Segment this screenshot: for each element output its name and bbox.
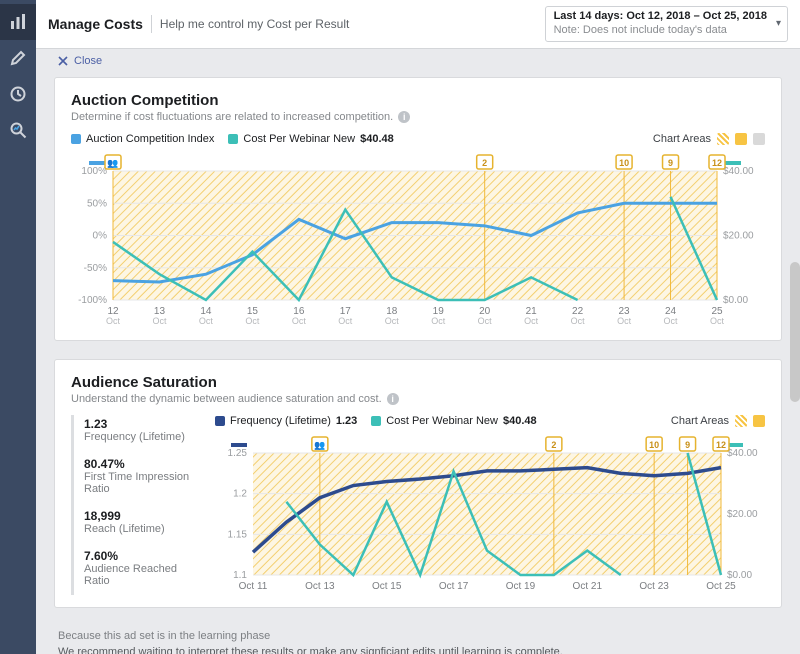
left-nav [0, 0, 36, 654]
stat-reach: 18,999Reach (Lifetime) [84, 509, 205, 535]
search-analytics-icon [9, 121, 27, 139]
svg-text:Oct 15: Oct 15 [372, 581, 402, 592]
svg-text:12: 12 [716, 440, 726, 450]
svg-text:9: 9 [685, 440, 690, 450]
svg-text:$20.00: $20.00 [727, 509, 758, 520]
svg-text:Oct 19: Oct 19 [506, 581, 536, 592]
page-title: Manage Costs [48, 16, 143, 32]
close-link[interactable]: Close [54, 49, 782, 77]
svg-text:Oct: Oct [710, 316, 725, 326]
clock-icon [10, 86, 26, 102]
svg-text:9: 9 [668, 158, 673, 168]
info-icon[interactable]: i [387, 393, 399, 405]
svg-text:Oct: Oct [152, 316, 167, 326]
chart-areas-toggle[interactable]: Chart Areas [671, 415, 765, 427]
scrollbar-thumb[interactable] [790, 262, 800, 402]
svg-text:50%: 50% [87, 198, 107, 209]
svg-text:2: 2 [482, 158, 487, 168]
svg-text:-50%: -50% [84, 262, 107, 273]
svg-text:👥: 👥 [107, 158, 118, 168]
svg-text:1.1: 1.1 [233, 570, 247, 581]
bar-chart-icon [9, 13, 27, 31]
stat-first-impression: 80.47%First Time Impression Ratio [84, 457, 205, 495]
nav-inspect[interactable] [0, 112, 36, 148]
svg-text:$40.00: $40.00 [723, 166, 754, 177]
svg-text:Oct 25: Oct 25 [706, 581, 736, 592]
svg-text:1.15: 1.15 [228, 529, 248, 540]
stat-audience-ratio: 7.60%Audience Reached Ratio [84, 549, 205, 587]
svg-text:Oct 11: Oct 11 [239, 581, 268, 592]
nav-edit[interactable] [0, 40, 36, 76]
audience-stats: 1.23Frequency (Lifetime) 80.47%First Tim… [71, 415, 205, 595]
svg-text:100%: 100% [81, 166, 107, 177]
svg-text:Oct: Oct [385, 316, 400, 326]
audience-subtitle: Understand the dynamic between audience … [71, 393, 382, 405]
pencil-icon [10, 50, 26, 66]
svg-text:Oct: Oct [245, 316, 260, 326]
svg-text:Oct 17: Oct 17 [439, 581, 469, 592]
svg-text:1.25: 1.25 [228, 448, 248, 459]
info-icon[interactable]: i [398, 111, 410, 123]
svg-text:$0.00: $0.00 [723, 295, 748, 306]
divider [151, 15, 152, 33]
svg-text:Oct: Oct [478, 316, 493, 326]
date-range-selector[interactable]: Last 14 days: Oct 12, 2018 – Oct 25, 201… [545, 6, 788, 42]
svg-text:Oct: Oct [338, 316, 353, 326]
nav-history[interactable] [0, 76, 36, 112]
stat-frequency: 1.23Frequency (Lifetime) [84, 417, 205, 443]
chart-area-gold-icon [735, 133, 747, 145]
svg-text:$0.00: $0.00 [727, 570, 752, 581]
svg-text:12: 12 [712, 158, 722, 168]
audience-legend-2[interactable]: Cost Per Webinar New $40.48 [371, 415, 536, 427]
auction-legend-1[interactable]: Auction Competition Index [71, 133, 214, 145]
chart-area-hatch-icon [717, 133, 729, 145]
topbar: Manage Costs Help me control my Cost per… [36, 0, 800, 49]
chart-area-grey-icon [753, 133, 765, 145]
audience-card: Audience Saturation Understand the dynam… [54, 359, 782, 608]
svg-text:Oct: Oct [106, 316, 121, 326]
svg-text:Oct: Oct [664, 316, 679, 326]
chart-areas-toggle[interactable]: Chart Areas [653, 133, 765, 145]
auction-title: Auction Competition [71, 92, 765, 109]
audience-chart: 1.1 1.15 1.2 1.25 $0.00 $20.00 $40.00 Oct 11 Oct… [215, 435, 765, 595]
chart-area-gold-icon [753, 415, 765, 427]
nav-analytics[interactable] [0, 4, 36, 40]
close-label: Close [74, 55, 102, 67]
close-icon [58, 56, 68, 66]
learning-phase-note: Because this ad set is in the learning p… [54, 626, 782, 654]
auction-legend-2[interactable]: Cost Per Webinar New $40.48 [228, 133, 393, 145]
svg-text:10: 10 [619, 158, 629, 168]
page-subtitle: Help me control my Cost per Result [160, 17, 349, 31]
auction-chart: -100% -50% 0% 50% 100% $0.00 $20.00 $40.0012 Oct… [71, 153, 765, 328]
svg-text:2: 2 [551, 440, 556, 450]
svg-text:Oct: Oct [292, 316, 307, 326]
auction-card: Auction Competition Determine if cost fl… [54, 77, 782, 341]
svg-text:$20.00: $20.00 [723, 230, 754, 241]
audience-legend-1[interactable]: Frequency (Lifetime) 1.23 [215, 415, 357, 427]
svg-text:👥: 👥 [314, 440, 325, 450]
svg-text:$40.00: $40.00 [727, 448, 758, 459]
svg-text:Oct: Oct [431, 316, 446, 326]
svg-text:Oct: Oct [524, 316, 539, 326]
svg-text:Oct: Oct [617, 316, 632, 326]
date-range-note: Note: Does not include today's data [554, 24, 767, 38]
svg-text:Oct 23: Oct 23 [639, 581, 669, 592]
svg-text:0%: 0% [93, 230, 108, 241]
audience-title: Audience Saturation [71, 374, 765, 391]
svg-text:Oct 13: Oct 13 [305, 581, 335, 592]
svg-text:Oct: Oct [571, 316, 586, 326]
svg-text:-100%: -100% [78, 295, 107, 306]
svg-text:10: 10 [649, 440, 659, 450]
chart-area-hatch-icon [735, 415, 747, 427]
date-range-value: Last 14 days: Oct 12, 2018 – Oct 25, 201… [554, 10, 767, 24]
auction-subtitle: Determine if cost fluctuations are relat… [71, 111, 393, 123]
svg-text:1.2: 1.2 [233, 488, 247, 499]
svg-text:Oct 21: Oct 21 [573, 581, 603, 592]
svg-text:Oct: Oct [199, 316, 214, 326]
